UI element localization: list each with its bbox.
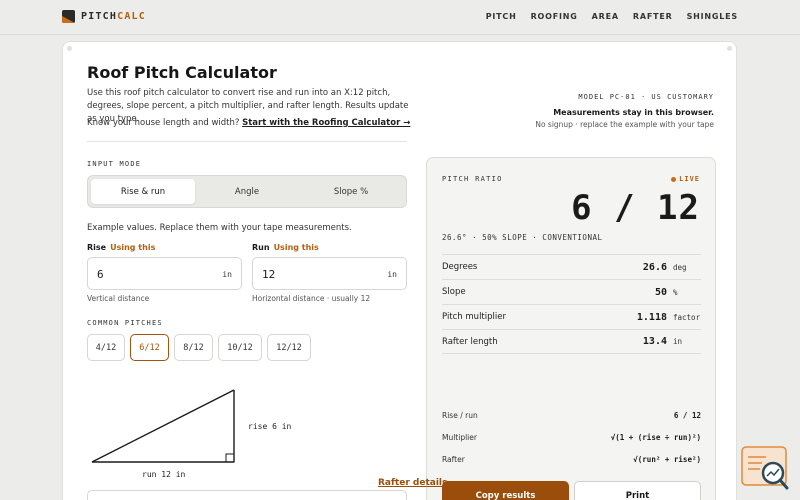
page-title: Roof Pitch Calculator xyxy=(87,63,277,82)
run-using-tag: Using this xyxy=(273,243,319,252)
formula-multiplier: Multiplier √(1 + (rise ÷ run)²) xyxy=(442,433,701,442)
diagram-right-angle xyxy=(225,453,235,463)
nav-item-roofing[interactable]: ROOFING xyxy=(531,12,578,21)
common-pitches-label: COMMON PITCHES xyxy=(87,319,163,327)
mode-rise-run[interactable]: Rise & run xyxy=(91,179,195,204)
pitch-6-12[interactable]: 6/12 xyxy=(130,334,169,361)
result-value: 50 xyxy=(654,286,667,298)
rise-value: 6 xyxy=(97,268,104,281)
brand-name: PITCHCALC xyxy=(81,11,146,22)
nav-item-pitch[interactable]: PITCH xyxy=(486,12,517,21)
result-label: Slope xyxy=(442,287,466,297)
copy-results-button[interactable]: Copy results xyxy=(442,481,569,500)
measurements-note: Measurements stay in this browser. xyxy=(553,108,714,117)
result-row-rafter: Rafter length 13.4 in xyxy=(442,329,701,354)
result-row-slope: Slope 50% xyxy=(442,279,701,304)
run-unit: in xyxy=(387,270,397,279)
result-row-degrees: Degrees 26.6 deg xyxy=(442,254,701,279)
diagram-slope-line xyxy=(91,389,235,463)
result-unit: in xyxy=(673,337,683,346)
calculator-card: Roof Pitch Calculator Use this roof pitc… xyxy=(62,41,737,500)
rise-input[interactable]: 6 in xyxy=(87,257,242,290)
diagram-run-label: run 12 in xyxy=(142,470,186,479)
rise-label: Rise Using this xyxy=(87,243,156,252)
results-panel: PITCH RATIO LIVE 6 / 12 26.6° · 50% SLOP… xyxy=(426,157,716,500)
pitch-ratio-value: 6 / 12 xyxy=(571,188,700,228)
pitch-10-12[interactable]: 10/12 xyxy=(218,334,262,361)
result-value: 26.6 xyxy=(642,261,667,273)
mode-slope[interactable]: Slope % xyxy=(299,179,403,204)
additional-input[interactable] xyxy=(87,490,407,500)
rise-unit: in xyxy=(222,270,232,279)
house-prompt-text: Know your house length and width? xyxy=(87,118,240,128)
result-value: 1.118 xyxy=(636,311,667,323)
pitch-4-12[interactable]: 4/12 xyxy=(87,334,125,361)
result-label: Pitch multiplier xyxy=(442,312,506,322)
result-unit: deg xyxy=(673,262,687,272)
live-indicator: LIVE xyxy=(671,175,700,183)
run-label: Run Using this xyxy=(252,243,319,252)
roofing-calculator-link[interactable]: Start with the Roofing Calculator → xyxy=(242,118,410,128)
result-unit: factor xyxy=(673,312,701,322)
nav-item-shingles[interactable]: SHINGLES xyxy=(687,12,738,21)
pitch-diagram: rise 6 in run 12 in xyxy=(91,389,292,479)
pitch-8-12[interactable]: 8/12 xyxy=(174,334,213,361)
nav-item-rafter[interactable]: RAFTER xyxy=(633,12,673,21)
result-value: 13.4 xyxy=(642,336,667,347)
run-value: 12 xyxy=(262,268,276,281)
live-dot-icon xyxy=(671,176,677,182)
rise-using-tag: Using this xyxy=(110,243,156,252)
example-note: Example values. Replace them with your t… xyxy=(87,223,352,233)
model-label: MODEL PC-01 · US CUSTOMARY xyxy=(578,93,714,101)
result-row-multiplier: Pitch multiplier 1.118 factor xyxy=(442,304,701,329)
result-label: Rafter length xyxy=(442,336,498,347)
formula-rafter: Rafter √(run² + rise²) xyxy=(442,455,701,464)
divider xyxy=(87,141,407,142)
run-hint: Horizontal distance · usually 12 xyxy=(252,294,371,303)
results-table: Degrees 26.6 deg Slope 50% Pitch multipli… xyxy=(442,254,701,354)
formula-rise-run: Rise / run 6 / 12 xyxy=(442,411,701,420)
print-button[interactable]: Print xyxy=(574,481,701,500)
house-prompt: Know your house length and width? Start … xyxy=(87,118,410,128)
nav-item-area[interactable]: AREA xyxy=(592,12,619,21)
search-widget-icon[interactable] xyxy=(740,445,792,493)
input-mode-toggle: Rise & run Angle Slope % xyxy=(87,175,407,208)
pitch-summary: 26.6° · 50% SLOPE · CONVENTIONAL xyxy=(442,233,603,242)
rise-hint: Vertical distance xyxy=(87,294,150,303)
rafter-details-link[interactable]: Rafter details xyxy=(378,478,447,488)
input-mode-label: INPUT MODE xyxy=(87,160,142,168)
result-unit: % xyxy=(673,287,678,297)
pitch-12-12[interactable]: 12/12 xyxy=(267,334,311,361)
brand-logo[interactable]: PITCHCALC xyxy=(62,10,146,23)
mode-angle[interactable]: Angle xyxy=(195,179,299,204)
diagram-rise-label: rise 6 in xyxy=(248,422,292,431)
main-nav: PITCH ROOFING AREA RAFTER SHINGLES xyxy=(486,12,738,21)
run-input[interactable]: 12 in xyxy=(252,257,407,290)
top-navbar: PITCHCALC PITCH ROOFING AREA RAFTER SHIN… xyxy=(0,0,800,35)
pitch-ratio-label: PITCH RATIO xyxy=(442,175,503,183)
logo-icon xyxy=(62,10,75,23)
result-label: Degrees xyxy=(442,262,478,272)
nosignup-note: No signup · replace the example with you… xyxy=(535,120,714,129)
